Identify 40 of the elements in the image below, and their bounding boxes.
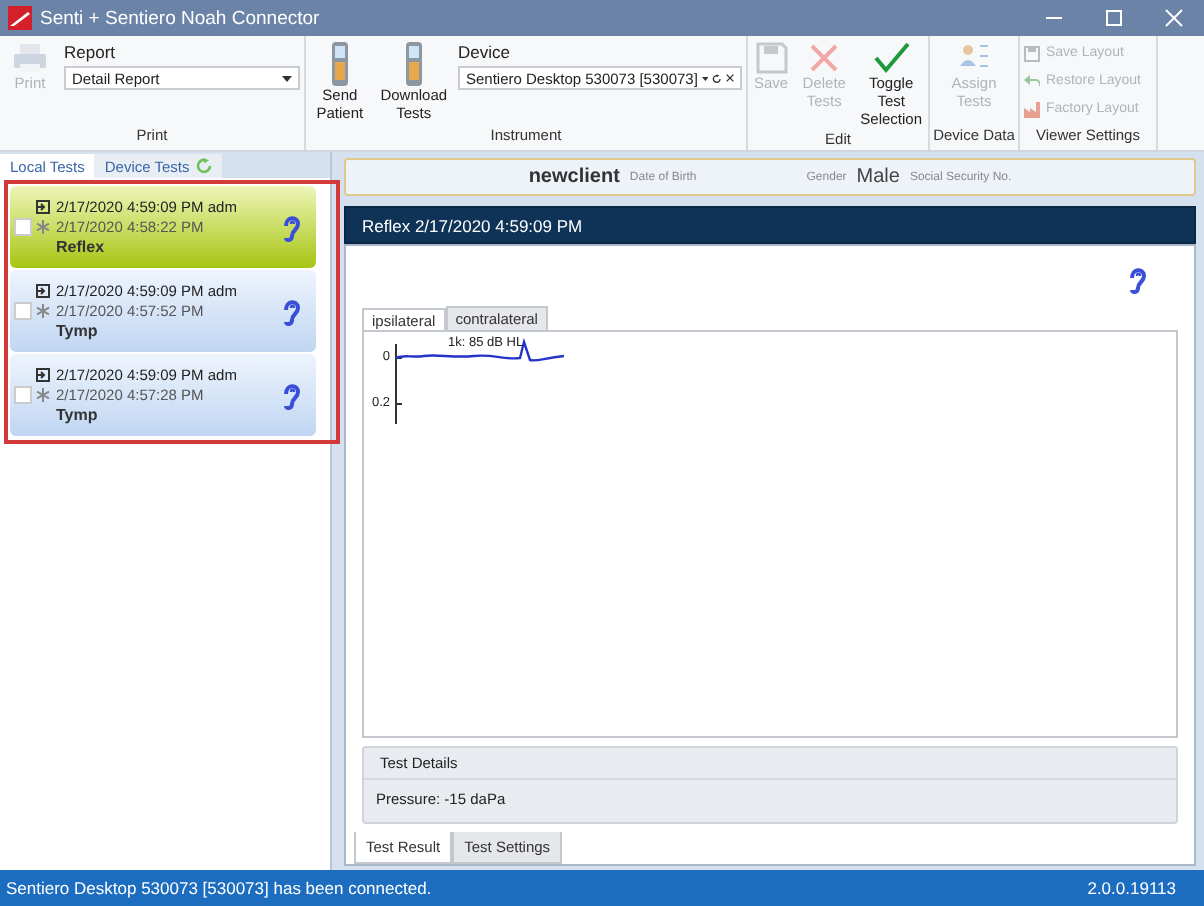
import-icon: [36, 283, 50, 297]
checkbox[interactable]: [14, 218, 32, 236]
ear-icon: [282, 381, 300, 409]
test-type: Tymp: [56, 405, 100, 425]
printer-icon: [12, 42, 48, 74]
close-icon[interactable]: [1164, 8, 1184, 28]
close-icon: [725, 72, 735, 84]
ear-icon: [282, 213, 300, 241]
star-icon: [36, 387, 50, 401]
factory-icon: [1024, 101, 1040, 117]
import-icon: [36, 199, 50, 213]
star-icon: [36, 219, 50, 233]
gender-value: Male: [856, 166, 900, 188]
axis-line: [395, 343, 403, 425]
caret-icon: [701, 75, 709, 81]
refresh-icon: [712, 71, 722, 85]
test-type: Reflex: [56, 237, 107, 257]
refresh-icon: [195, 158, 212, 174]
patient-name: newclient: [528, 166, 620, 188]
import-icon: [36, 367, 50, 381]
caret-icon: [282, 75, 292, 81]
status-message: Sentiero Desktop 530073 [530073] has been connected.: [6, 878, 432, 898]
star-icon: [36, 303, 50, 317]
app-logo-icon: [8, 6, 32, 30]
report-label: Report: [64, 42, 118, 62]
checkbox[interactable]: [14, 386, 32, 404]
test-title-bar: Reflex 2/17/2020 4:59:09 PM: [344, 206, 1196, 244]
ear-icon: [1128, 266, 1146, 294]
check-mark-icon: [873, 42, 910, 74]
ear-icon: [282, 297, 300, 325]
checkbox[interactable]: [14, 302, 32, 320]
x-mark-icon: [808, 42, 841, 74]
version-label: 2.0.0.19113: [1087, 878, 1176, 898]
test-type: Tymp: [56, 321, 100, 341]
window-title: Senti + Sentiero Noah Connector: [40, 7, 322, 29]
maximize-icon[interactable]: [1104, 8, 1124, 28]
handheld-device-icon: [329, 42, 350, 86]
undo-arrow-icon: [1024, 73, 1040, 89]
device-label: Device: [458, 42, 512, 62]
handheld-device-icon: [403, 42, 424, 86]
